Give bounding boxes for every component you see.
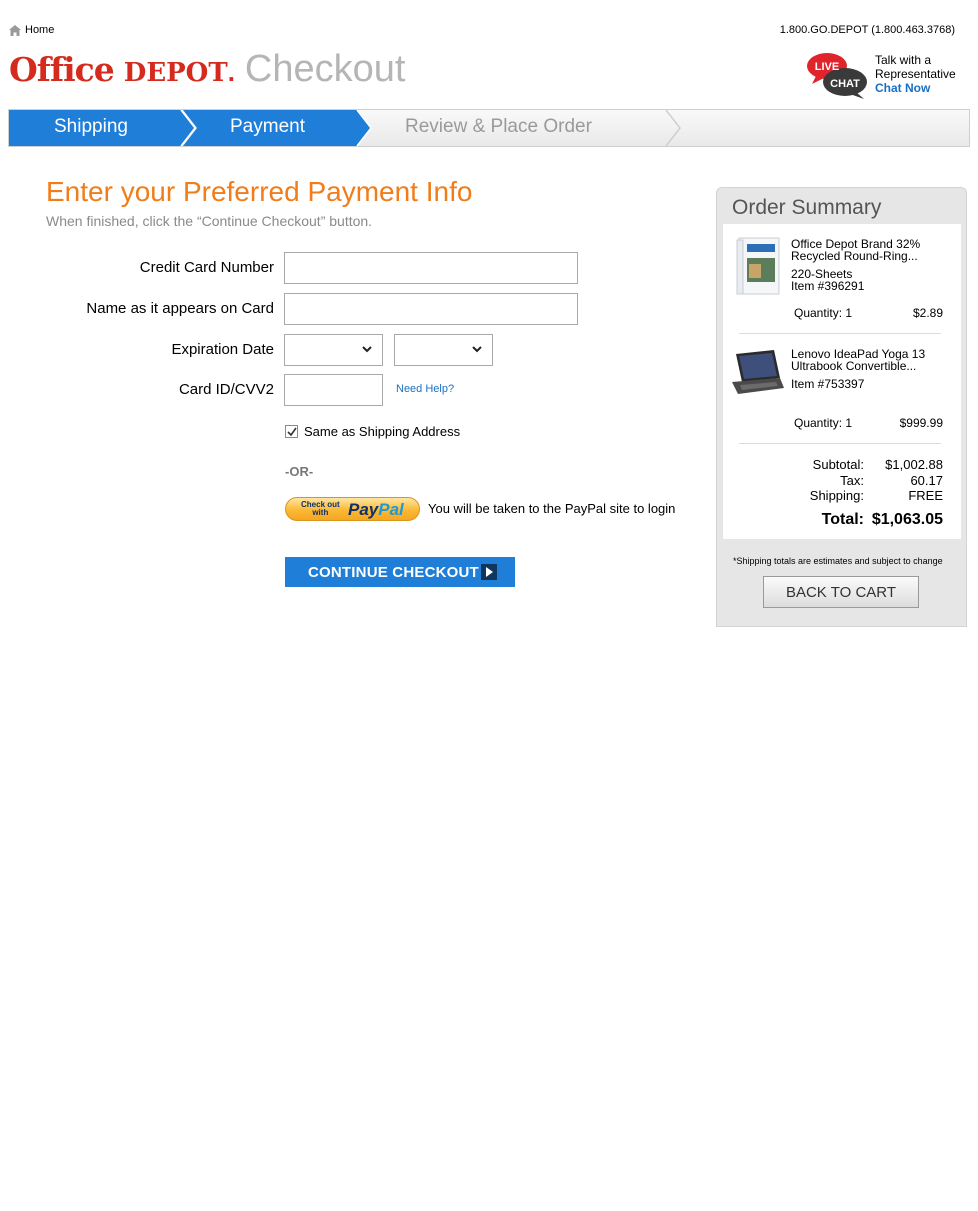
need-help-link[interactable]: Need Help? [396, 383, 454, 395]
home-label[interactable]: Home [25, 24, 54, 36]
total-label: Total: [821, 511, 864, 528]
back-to-cart-label: BACK TO CART [785, 584, 897, 601]
home-link[interactable]: Home [9, 24, 54, 36]
paypal-note: You will be taken to the PayPal site to … [428, 501, 676, 516]
laptop-icon[interactable] [730, 348, 786, 396]
chevron-down-icon [472, 346, 482, 353]
phone-number: 1.800.GO.DEPOT (1.800.463.3768) [779, 24, 955, 36]
step-review: Review & Place Order [405, 116, 592, 137]
cvv-label: Card ID/CVV2 [178, 381, 274, 398]
chat-badge-live: LIVE [815, 61, 839, 73]
chat-badge-chat: CHAT [830, 78, 860, 90]
paypal-small-text: Check out with [301, 500, 340, 517]
tax-label: Tax: [840, 473, 864, 488]
item-1-name[interactable]: Office Depot Brand 32% Recycled Round-Ri… [791, 238, 920, 262]
item-2-price: $999.99 [899, 416, 943, 430]
item-separator [739, 333, 941, 334]
expiration-month-select[interactable] [284, 334, 383, 366]
page-subtitle: When finished, click the “Continue Check… [46, 213, 373, 229]
chat-line1: Talk with a [875, 53, 932, 67]
total-value: $1,063.05 [871, 511, 943, 528]
shipping-estimate-note: *Shipping totals are estimates and subje… [733, 556, 943, 566]
logo-dot: . [227, 57, 235, 87]
step-shipping[interactable]: Shipping [54, 116, 128, 138]
logo-depot-text: DEPOT [123, 58, 228, 88]
expiration-year-select[interactable] [394, 334, 493, 366]
continue-checkout-label: CONTINUE CHECKOUT [308, 564, 479, 581]
item-1-quantity: Quantity: 1 [794, 306, 853, 320]
name-on-card-input[interactable] [284, 293, 578, 325]
site-logo[interactable]: Office DEPOT . Checkout [9, 48, 405, 91]
item-1-number: Item #396291 [791, 279, 865, 293]
name-on-card-label: Name as it appears on Card [86, 300, 274, 317]
subtotal-label: Subtotal: [812, 457, 864, 472]
page-title: Enter your Preferred Payment Info [46, 176, 473, 207]
play-arrow-icon [481, 564, 497, 580]
paypal-checkout-button[interactable]: Check out with PayPal [285, 497, 420, 521]
shipping-value: FREE [908, 488, 943, 503]
card-number-label: Credit Card Number [139, 259, 274, 276]
back-to-cart-button[interactable]: BACK TO CART [763, 576, 919, 608]
checkout-title: Checkout [244, 48, 406, 90]
or-divider: -OR- [285, 464, 314, 479]
subtotal-value: $1,002.88 [885, 457, 943, 472]
home-icon [9, 24, 21, 36]
continue-checkout-button[interactable]: CONTINUE CHECKOUT [285, 557, 515, 587]
cvv-input[interactable] [284, 374, 383, 406]
paypal-logo: PayPal [348, 500, 404, 519]
tax-value: 60.17 [910, 473, 943, 488]
logo-office-text: Office [9, 50, 115, 89]
order-summary-title: Order Summary [732, 196, 882, 219]
expiration-label: Expiration Date [171, 341, 274, 358]
binder-icon[interactable] [735, 236, 781, 296]
card-number-input[interactable] [284, 252, 578, 284]
item-1-price: $2.89 [912, 306, 943, 320]
chat-line2: Representative [875, 67, 956, 81]
chat-promo: Talk with a Representative Chat Now [875, 53, 956, 95]
item-2-number: Item #753397 [791, 377, 865, 391]
shipping-label: Shipping: [809, 488, 864, 503]
item-2-name[interactable]: Lenovo IdeaPad Yoga 13 Ultrabook Convert… [791, 348, 925, 372]
live-chat-icon[interactable]: LIVE CHAT [806, 52, 868, 100]
step-payment: Payment [230, 116, 305, 137]
same-as-shipping-checkbox[interactable] [285, 425, 298, 438]
chat-now-link[interactable]: Chat Now [875, 81, 956, 95]
checkmark-icon [287, 427, 297, 437]
chevron-down-icon [362, 346, 372, 353]
same-as-shipping-label[interactable]: Same as Shipping Address [304, 424, 460, 439]
totals-separator [739, 443, 941, 444]
item-2-quantity: Quantity: 1 [794, 416, 853, 430]
